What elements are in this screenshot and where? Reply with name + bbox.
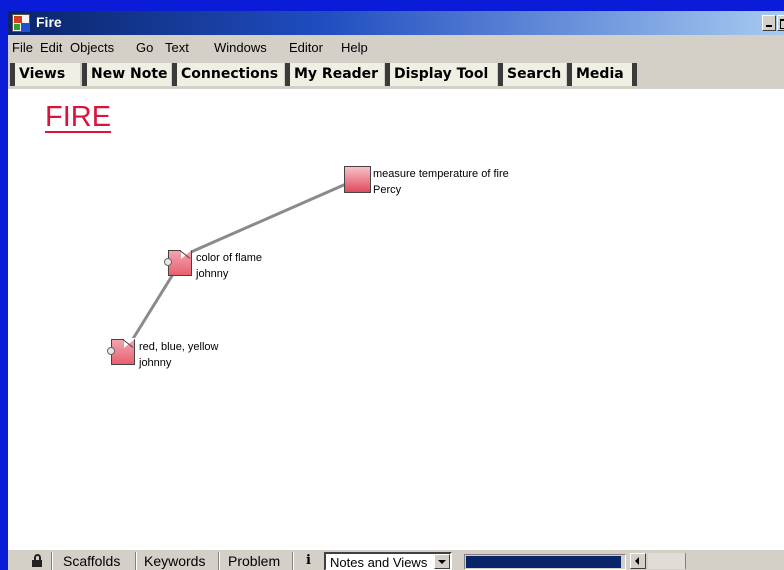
view-type-select-value: Notes and Views bbox=[330, 555, 428, 570]
note-links bbox=[129, 182, 347, 343]
divider bbox=[51, 552, 53, 570]
note-author: Percy bbox=[373, 184, 402, 196]
link-line bbox=[190, 182, 347, 254]
app-icon[interactable] bbox=[12, 14, 30, 32]
note-label[interactable]: color of flame johnny bbox=[196, 250, 262, 282]
note-author: johnny bbox=[196, 268, 229, 280]
note-author: johnny bbox=[139, 357, 172, 369]
note-label[interactable]: measure temperature of fire Percy bbox=[373, 166, 509, 198]
title-bar[interactable]: Fire bbox=[8, 11, 784, 35]
progress-bar bbox=[464, 554, 626, 570]
connector-handle[interactable] bbox=[164, 258, 172, 266]
note-icon[interactable] bbox=[107, 338, 136, 367]
divider bbox=[218, 552, 220, 570]
status-bar: Scaffolds Keywords Problem i Notes and V… bbox=[8, 549, 784, 570]
link-line bbox=[129, 270, 177, 343]
scrollbar-track[interactable] bbox=[648, 553, 686, 569]
scroll-left-icon[interactable] bbox=[630, 553, 646, 569]
app-window: File Edit Objects Go Text Windows Editor… bbox=[8, 35, 784, 570]
progress-fill bbox=[466, 556, 621, 568]
note-icon[interactable] bbox=[164, 249, 193, 278]
lock-icon[interactable] bbox=[32, 554, 42, 567]
note-title: measure temperature of fire bbox=[373, 168, 509, 180]
note-label[interactable]: red, blue, yellow johnny bbox=[139, 339, 219, 371]
minimize-icon[interactable] bbox=[762, 15, 776, 31]
tab-keywords[interactable]: Keywords bbox=[144, 553, 205, 569]
view-type-select[interactable]: Notes and Views bbox=[324, 552, 452, 570]
note-icon[interactable] bbox=[344, 166, 372, 194]
maximize-icon[interactable] bbox=[777, 15, 784, 31]
divider bbox=[135, 552, 137, 570]
window-title: Fire bbox=[36, 14, 62, 30]
note-title: red, blue, yellow bbox=[139, 341, 219, 353]
info-icon[interactable]: i bbox=[306, 553, 311, 568]
dropdown-arrow-icon[interactable] bbox=[434, 554, 450, 569]
note-title: color of flame bbox=[196, 252, 263, 264]
tab-scaffolds[interactable]: Scaffolds bbox=[63, 553, 120, 569]
divider bbox=[292, 552, 294, 570]
tab-problem[interactable]: Problem bbox=[228, 553, 280, 569]
connector-handle[interactable] bbox=[107, 347, 115, 355]
